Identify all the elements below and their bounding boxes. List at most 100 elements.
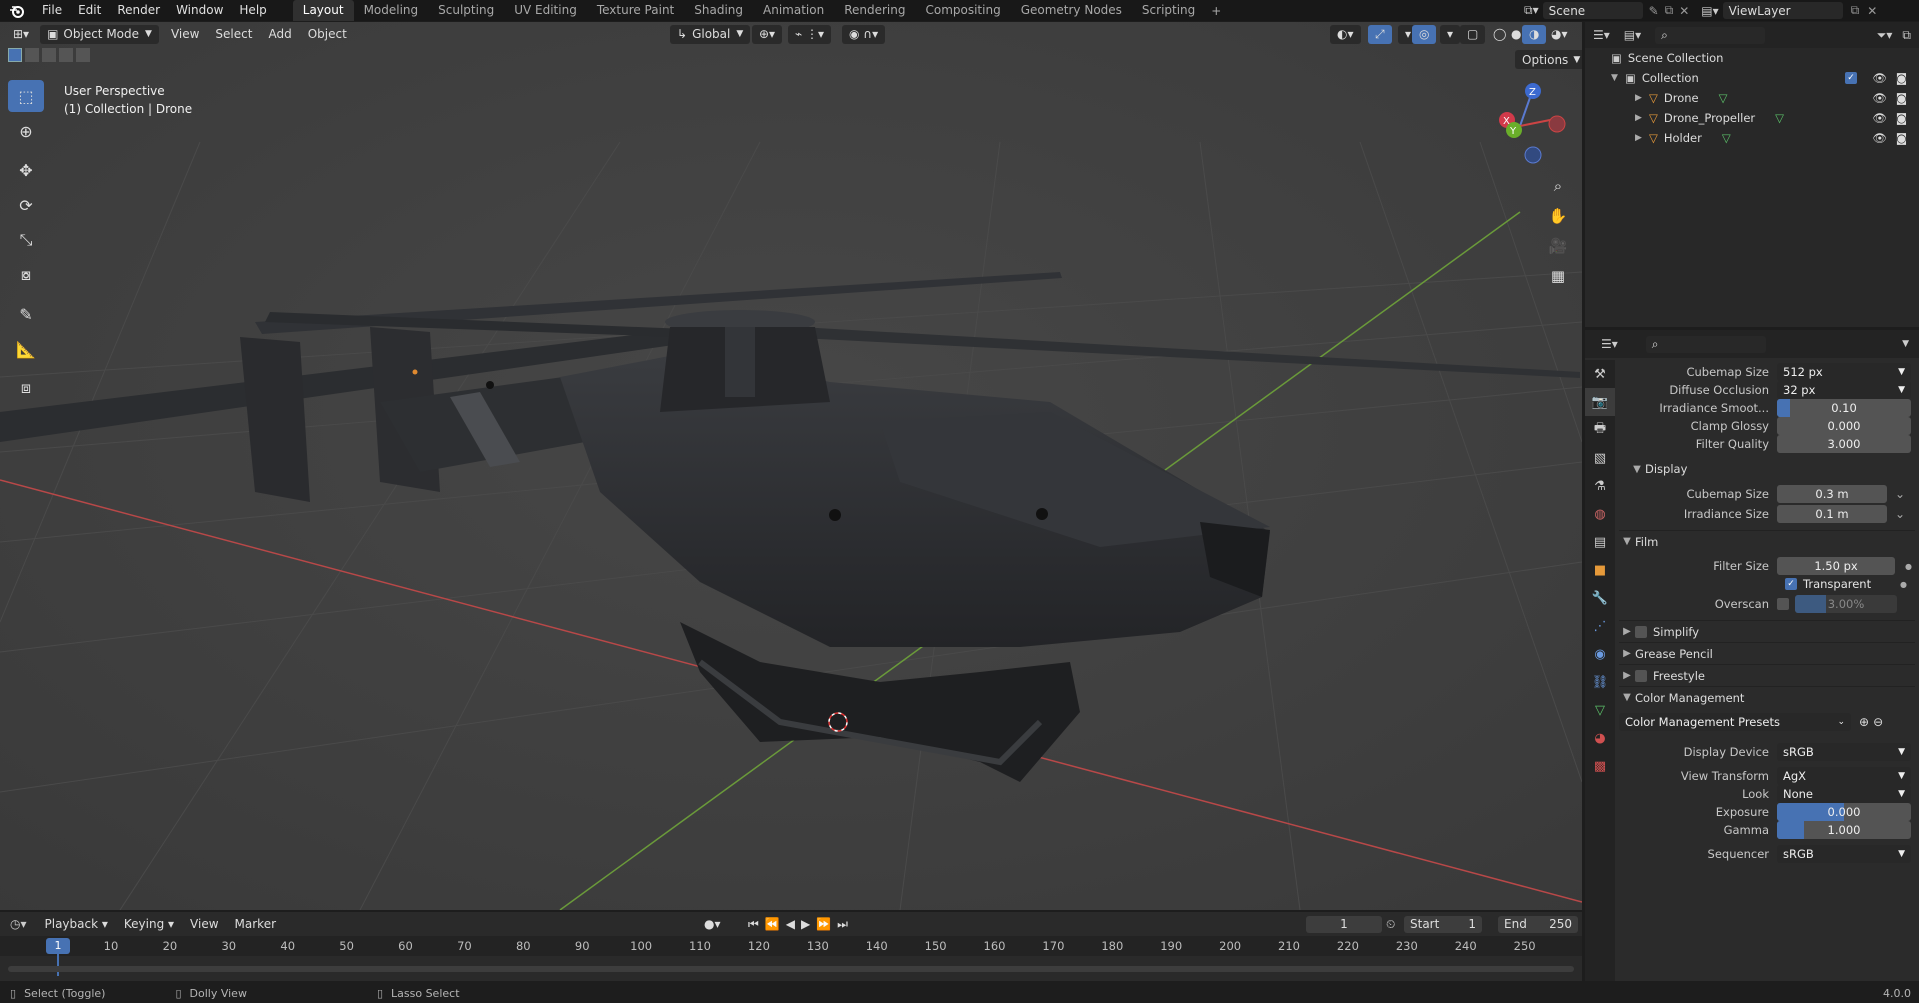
new-scene-icon[interactable]: ⧉: [1665, 3, 1674, 18]
timeline-menu-keying[interactable]: Keying ▾: [116, 917, 182, 931]
transform-tool-icon[interactable]: ⧇: [8, 259, 44, 291]
physics-tab-icon[interactable]: ◉: [1585, 640, 1615, 668]
select-new-icon[interactable]: [8, 48, 22, 62]
tab-shading[interactable]: Shading: [684, 0, 753, 21]
menu-file[interactable]: File: [34, 0, 70, 21]
overscan-checkbox[interactable]: [1777, 598, 1789, 610]
visibility-icon[interactable]: ◐▾: [1330, 24, 1361, 44]
color-management-panel-header[interactable]: ▼ Color Management: [1619, 686, 1915, 708]
diffuse-occlusion-dropdown[interactable]: 32 px ▼: [1777, 381, 1911, 399]
grease-pencil-panel-header[interactable]: ▶ Grease Pencil: [1619, 642, 1915, 664]
viewport-menu-object[interactable]: Object: [300, 27, 355, 41]
display-mode-icon[interactable]: ▤▾: [1624, 28, 1641, 42]
keyframe-dropdown-icon[interactable]: ⌄: [1895, 507, 1905, 521]
shading-material-icon[interactable]: ◑: [1522, 24, 1547, 44]
object-mode-dropdown[interactable]: ▣ Object Mode ▼: [40, 24, 159, 44]
texture-tab-icon[interactable]: ▩: [1585, 752, 1615, 780]
tab-rendering[interactable]: Rendering: [834, 0, 915, 21]
viewport-menu-add[interactable]: Add: [260, 27, 299, 41]
clamp-glossy-field[interactable]: 0.000: [1777, 417, 1911, 435]
menu-help[interactable]: Help: [231, 0, 274, 21]
visibility-eye-icon[interactable]: 👁: [1872, 91, 1887, 105]
scene-selector-icon[interactable]: ⧉▾: [1524, 3, 1539, 18]
start-frame-field[interactable]: Start 1: [1404, 915, 1482, 933]
display-device-dropdown[interactable]: sRGB ▼: [1777, 743, 1911, 761]
tab-layout[interactable]: Layout: [292, 0, 354, 21]
viewlayer-field[interactable]: ViewLayer: [1722, 2, 1843, 19]
freestyle-checkbox[interactable]: [1635, 669, 1647, 682]
transparent-checkbox[interactable]: ✓: [1785, 578, 1797, 590]
current-frame-field[interactable]: 1: [1306, 915, 1382, 933]
editor-type-icon[interactable]: ⊞▾: [6, 25, 36, 44]
xray-icon[interactable]: ▢: [1460, 24, 1486, 44]
keyframe-dot-icon[interactable]: ●: [1900, 580, 1907, 589]
delete-viewlayer-icon[interactable]: ✕: [1867, 4, 1877, 18]
timeline-menu-playback[interactable]: Playback ▾: [37, 917, 116, 931]
visibility-eye-icon[interactable]: 👁: [1872, 111, 1887, 125]
select-invert-icon[interactable]: [59, 48, 73, 62]
collapse-chevron-icon[interactable]: ▼: [1611, 73, 1625, 83]
menu-window[interactable]: Window: [168, 0, 231, 21]
simplify-panel-header[interactable]: ▶ Simplify: [1619, 620, 1915, 642]
view-transform-dropdown[interactable]: AgX ▼: [1777, 767, 1911, 785]
render-camera-icon[interactable]: ◙: [1896, 131, 1907, 145]
overlays-dropdown-icon[interactable]: ▾: [1440, 24, 1461, 44]
collection-tab-icon[interactable]: ▤: [1585, 528, 1615, 556]
outliner-editor-type-icon[interactable]: ☰▾: [1593, 28, 1610, 42]
outliner-object-row[interactable]: ▶ ▽ Holder ▽ 👁 ◙: [1585, 128, 1919, 148]
annotate-tool-icon[interactable]: ✎: [8, 298, 44, 330]
move-tool-icon[interactable]: ✥: [8, 154, 44, 186]
simplify-checkbox[interactable]: [1635, 625, 1647, 638]
irradiance-smoothing-slider[interactable]: 0.10: [1777, 399, 1911, 417]
overscan-slider[interactable]: 3.00%: [1795, 595, 1897, 613]
scene-field[interactable]: Scene: [1542, 2, 1643, 19]
rotate-tool-icon[interactable]: ⟳: [8, 189, 44, 221]
snap-icon[interactable]: ⌁ ⋮▾: [788, 24, 832, 44]
display-irradiance-field[interactable]: 0.1 m: [1777, 505, 1887, 523]
overlays-icon[interactable]: ◎: [1412, 24, 1437, 44]
remove-preset-icon[interactable]: ⊖: [1873, 715, 1883, 729]
pan-hand-icon[interactable]: ✋: [1544, 202, 1572, 230]
end-frame-field[interactable]: End 250: [1498, 915, 1578, 933]
scale-tool-icon[interactable]: ⤡: [8, 224, 44, 256]
render-camera-icon[interactable]: ◙: [1896, 111, 1907, 125]
sequencer-dropdown[interactable]: sRGB ▼: [1777, 845, 1911, 863]
expand-chevron-icon[interactable]: ▶: [1635, 113, 1649, 123]
expand-chevron-icon[interactable]: ▶: [1635, 93, 1649, 103]
timeline-editor-type-icon[interactable]: ◷▾: [10, 917, 27, 931]
playback-controls[interactable]: ⏮⏪◀▶⏩⏭: [748, 917, 854, 932]
modifier-tab-icon[interactable]: 🔧: [1585, 584, 1615, 612]
outliner-object-row[interactable]: ▶ ▽ Drone ▽ 👁 ◙: [1585, 88, 1919, 108]
keyframe-dot-icon[interactable]: ●: [1905, 562, 1912, 571]
timeline-menu-view[interactable]: View: [182, 917, 226, 931]
world-tab-icon[interactable]: ◍: [1585, 500, 1615, 528]
gizmos-icon[interactable]: ⤢: [1368, 24, 1392, 44]
add-workspace-button[interactable]: +: [1205, 4, 1227, 18]
collection-row[interactable]: ▼ ▣ Collection ✓ 👁 ◙: [1585, 68, 1919, 88]
render-camera-icon[interactable]: ◙: [1896, 71, 1907, 85]
tab-texture-paint[interactable]: Texture Paint: [587, 0, 684, 21]
display-subpanel-header[interactable]: ▼ Display: [1619, 458, 1915, 480]
proportional-edit-icon[interactable]: ◉ ∩▾: [842, 24, 886, 44]
timeline-menu-marker[interactable]: Marker: [227, 917, 284, 931]
viewlayer-selector-icon[interactable]: ▤▾: [1701, 4, 1718, 18]
viewport-menu-select[interactable]: Select: [207, 27, 260, 41]
filter-icon[interactable]: ⏷▾: [1877, 28, 1893, 43]
filter-quality-field[interactable]: 3.000: [1777, 435, 1911, 453]
display-cubemap-field[interactable]: 0.3 m: [1777, 485, 1887, 503]
properties-options-chevron-icon[interactable]: ▼: [1902, 339, 1909, 349]
freestyle-panel-header[interactable]: ▶ Freestyle: [1619, 664, 1915, 686]
menu-edit[interactable]: Edit: [70, 0, 109, 21]
blender-logo-icon[interactable]: [0, 0, 34, 21]
view-layer-tab-icon[interactable]: ▧: [1585, 444, 1615, 472]
tab-uv-editing[interactable]: UV Editing: [504, 0, 587, 21]
exclude-checkbox[interactable]: ✓: [1845, 72, 1857, 84]
options-button[interactable]: Options ▼: [1515, 50, 1582, 69]
filter-size-field[interactable]: 1.50 px: [1777, 557, 1895, 575]
frame-ruler[interactable]: 10 20 30 40 50 60 70 80 90 100 110 120 130 140 150 160 1…: [0, 936, 1582, 956]
delete-scene-icon[interactable]: ✕: [1679, 4, 1689, 18]
tab-sculpting[interactable]: Sculpting: [428, 0, 504, 21]
material-tab-icon[interactable]: ◕: [1585, 724, 1615, 752]
film-panel-header[interactable]: ▼ Film: [1619, 530, 1915, 552]
select-intersect-icon[interactable]: [76, 48, 90, 62]
